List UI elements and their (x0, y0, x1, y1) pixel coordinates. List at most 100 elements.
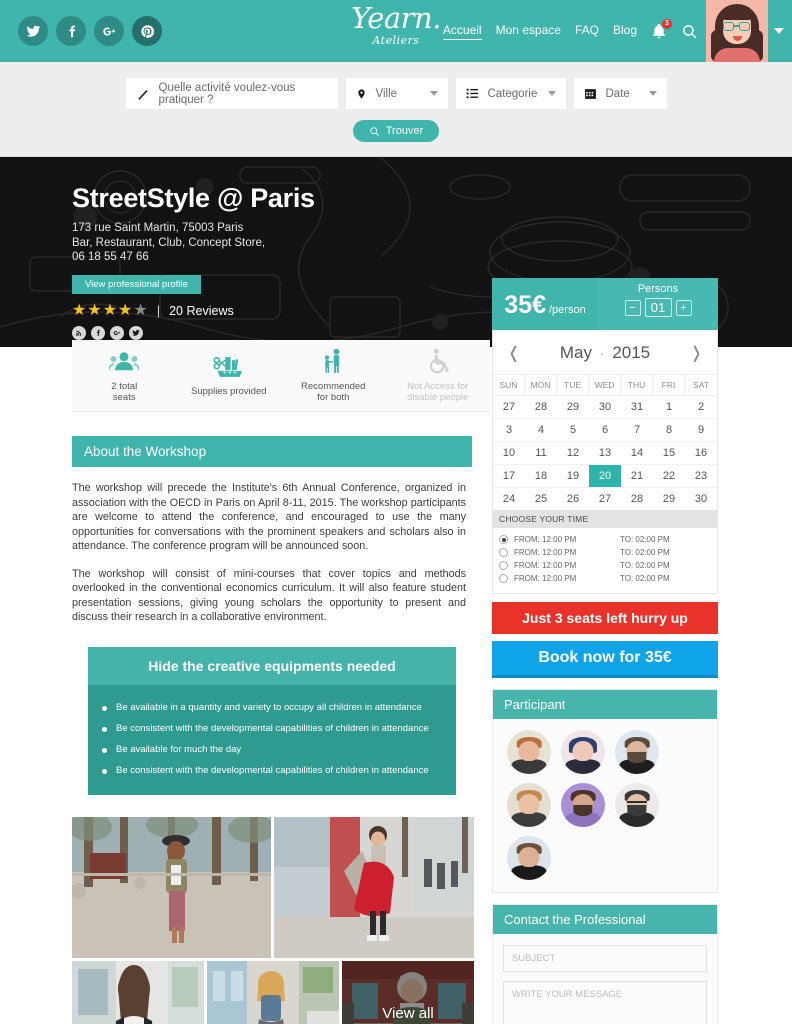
calendar-day[interactable]: 30 (589, 395, 621, 418)
calendar-day[interactable]: 23 (685, 464, 717, 487)
calendar-day[interactable]: 21 (621, 464, 653, 487)
page-root: Yearn. Ateliers Accueil Mon espace FAQ B… (0, 0, 792, 1024)
calendar-day[interactable]: 11 (525, 441, 557, 464)
calendar-day[interactable]: 4 (525, 418, 557, 441)
radio-icon[interactable] (499, 561, 508, 570)
radio-icon-selected[interactable] (499, 535, 508, 544)
calendar-day[interactable]: 22 (653, 464, 685, 487)
activity-search-field[interactable]: Quelle activité voulez-vous pratiquer ? (125, 78, 338, 109)
calendar-next-month-button[interactable]: ❭ (690, 343, 703, 363)
calendar-day[interactable]: 28 (525, 395, 557, 418)
search-submit-button[interactable]: Trouver (352, 120, 440, 142)
nav-item-accueil[interactable]: Accueil (442, 23, 482, 40)
google-plus-icon[interactable] (94, 16, 124, 46)
feature-label: Supplies provided (190, 386, 267, 398)
calendar-prev-month-button[interactable]: ❬ (507, 343, 520, 363)
book-now-button[interactable]: Book now for 35€ (492, 641, 718, 678)
calendar-day[interactable]: 14 (621, 441, 653, 464)
calendar-day[interactable]: 16 (685, 441, 717, 464)
gallery-photo-3[interactable] (72, 960, 204, 1024)
twitter-icon[interactable] (129, 325, 143, 340)
avatar[interactable] (615, 730, 659, 774)
calendar-day[interactable]: 7 (621, 418, 653, 441)
calendar-day[interactable]: 15 (653, 441, 685, 464)
radio-icon[interactable] (499, 574, 508, 583)
calendar-day[interactable]: 3 (493, 418, 525, 441)
divider: | (156, 303, 161, 318)
equipment-toggle-heading[interactable]: Hide the creative equipments needed (88, 646, 456, 685)
calendar-day[interactable]: 6 (589, 418, 621, 441)
gallery-photo-1[interactable] (72, 816, 271, 958)
gallery-photo-4[interactable] (207, 960, 339, 1024)
calendar-day[interactable]: 24 (493, 487, 525, 510)
avatar[interactable] (507, 730, 551, 774)
calendar-day[interactable]: 10 (493, 441, 525, 464)
calendar-day[interactable]: 26 (557, 487, 589, 510)
calendar-day[interactable]: 8 (653, 418, 685, 441)
calendar-day[interactable]: 12 (557, 441, 589, 464)
gallery-photo-2[interactable] (274, 816, 474, 958)
avatar[interactable] (561, 730, 605, 774)
calendar-day[interactable]: 29 (557, 395, 589, 418)
time-slot-option[interactable]: FROM: 12:00 PM TO: 02:00 PM (499, 546, 711, 559)
view-all-photos-overlay[interactable]: View all 60 photos (342, 960, 474, 1024)
price-persons-bar: 35€ /person Persons − 01 + (492, 278, 718, 330)
calendar-day[interactable]: 13 (589, 441, 621, 464)
message-field[interactable] (503, 981, 707, 1024)
calendar-day[interactable]: 30 (685, 487, 717, 510)
nav-item-faq[interactable]: FAQ (575, 23, 599, 39)
avatar[interactable] (507, 783, 551, 827)
calendar-day[interactable]: 1 (653, 395, 685, 418)
view-professional-profile-button[interactable]: View professional profile (72, 274, 201, 294)
facebook-icon[interactable] (91, 325, 105, 340)
feature-label: 2 total seats (111, 380, 138, 404)
calendar-icon (584, 89, 596, 99)
nav-item-mon-espace[interactable]: Mon espace (496, 23, 561, 39)
radio-icon[interactable] (499, 548, 508, 557)
nav-item-blog[interactable]: Blog (613, 23, 637, 39)
date-select[interactable]: Date (573, 78, 667, 109)
calendar-day[interactable]: 5 (557, 418, 589, 441)
subject-field[interactable] (503, 945, 707, 972)
avatar[interactable] (507, 836, 551, 880)
calendar-day[interactable]: 27 (493, 395, 525, 418)
gallery-photo-5[interactable]: View all 60 photos (342, 960, 474, 1024)
search-icon[interactable] (681, 23, 698, 40)
calendar-day[interactable]: 31 (621, 395, 653, 418)
category-select[interactable]: Categorie (455, 78, 566, 109)
persons-increment-button[interactable]: + (675, 299, 692, 316)
avatar[interactable] (561, 783, 605, 827)
persons-decrement-button[interactable]: − (624, 299, 641, 316)
facebook-icon[interactable] (56, 16, 86, 46)
time-slot-option[interactable]: FROM: 12:00 PM TO: 02:00 PM (499, 559, 711, 572)
calendar-day[interactable]: 2 (685, 395, 717, 418)
notifications-button[interactable]: 3 (651, 17, 673, 40)
participants-avatar-grid (501, 730, 709, 880)
calendar-day[interactable]: 19 (557, 464, 589, 487)
pinterest-icon[interactable] (132, 16, 162, 46)
city-select[interactable]: Ville (345, 78, 448, 109)
calendar-day[interactable]: 18 (525, 464, 557, 487)
activity-search-input[interactable]: Quelle activité voulez-vous pratiquer ? (159, 82, 328, 106)
calendar-day[interactable]: 27 (589, 487, 621, 510)
time-slot-option[interactable]: FROM: 12:00 PM TO: 02:00 PM (499, 533, 711, 546)
calendar-day[interactable]: 17 (493, 464, 525, 487)
feature-recommended-for-both: Recommended for both (281, 348, 386, 404)
user-menu-chevron-down-icon[interactable] (774, 28, 784, 34)
view-all-line-1: View all (382, 1005, 434, 1022)
calendar-day[interactable]: 29 (653, 487, 685, 510)
time-slot-option[interactable]: FROM: 12:00 PM TO: 02:00 PM (499, 572, 711, 585)
calendar-day[interactable]: 25 (525, 487, 557, 510)
calendar-day-selected[interactable]: 20 (589, 464, 621, 487)
user-avatar[interactable] (706, 0, 768, 62)
persons-value[interactable]: 01 (644, 298, 672, 317)
reviews-count[interactable]: 20 Reviews (169, 304, 234, 318)
calendar-day[interactable]: 28 (621, 487, 653, 510)
contact-panel: Contact the Professional SEND (492, 904, 718, 1024)
avatar[interactable] (615, 783, 659, 827)
rss-icon[interactable] (72, 325, 86, 340)
calendar-day[interactable]: 9 (685, 418, 717, 441)
google-plus-icon[interactable] (110, 325, 124, 340)
twitter-icon[interactable] (18, 16, 48, 46)
price-amount: 35€ (504, 291, 546, 319)
